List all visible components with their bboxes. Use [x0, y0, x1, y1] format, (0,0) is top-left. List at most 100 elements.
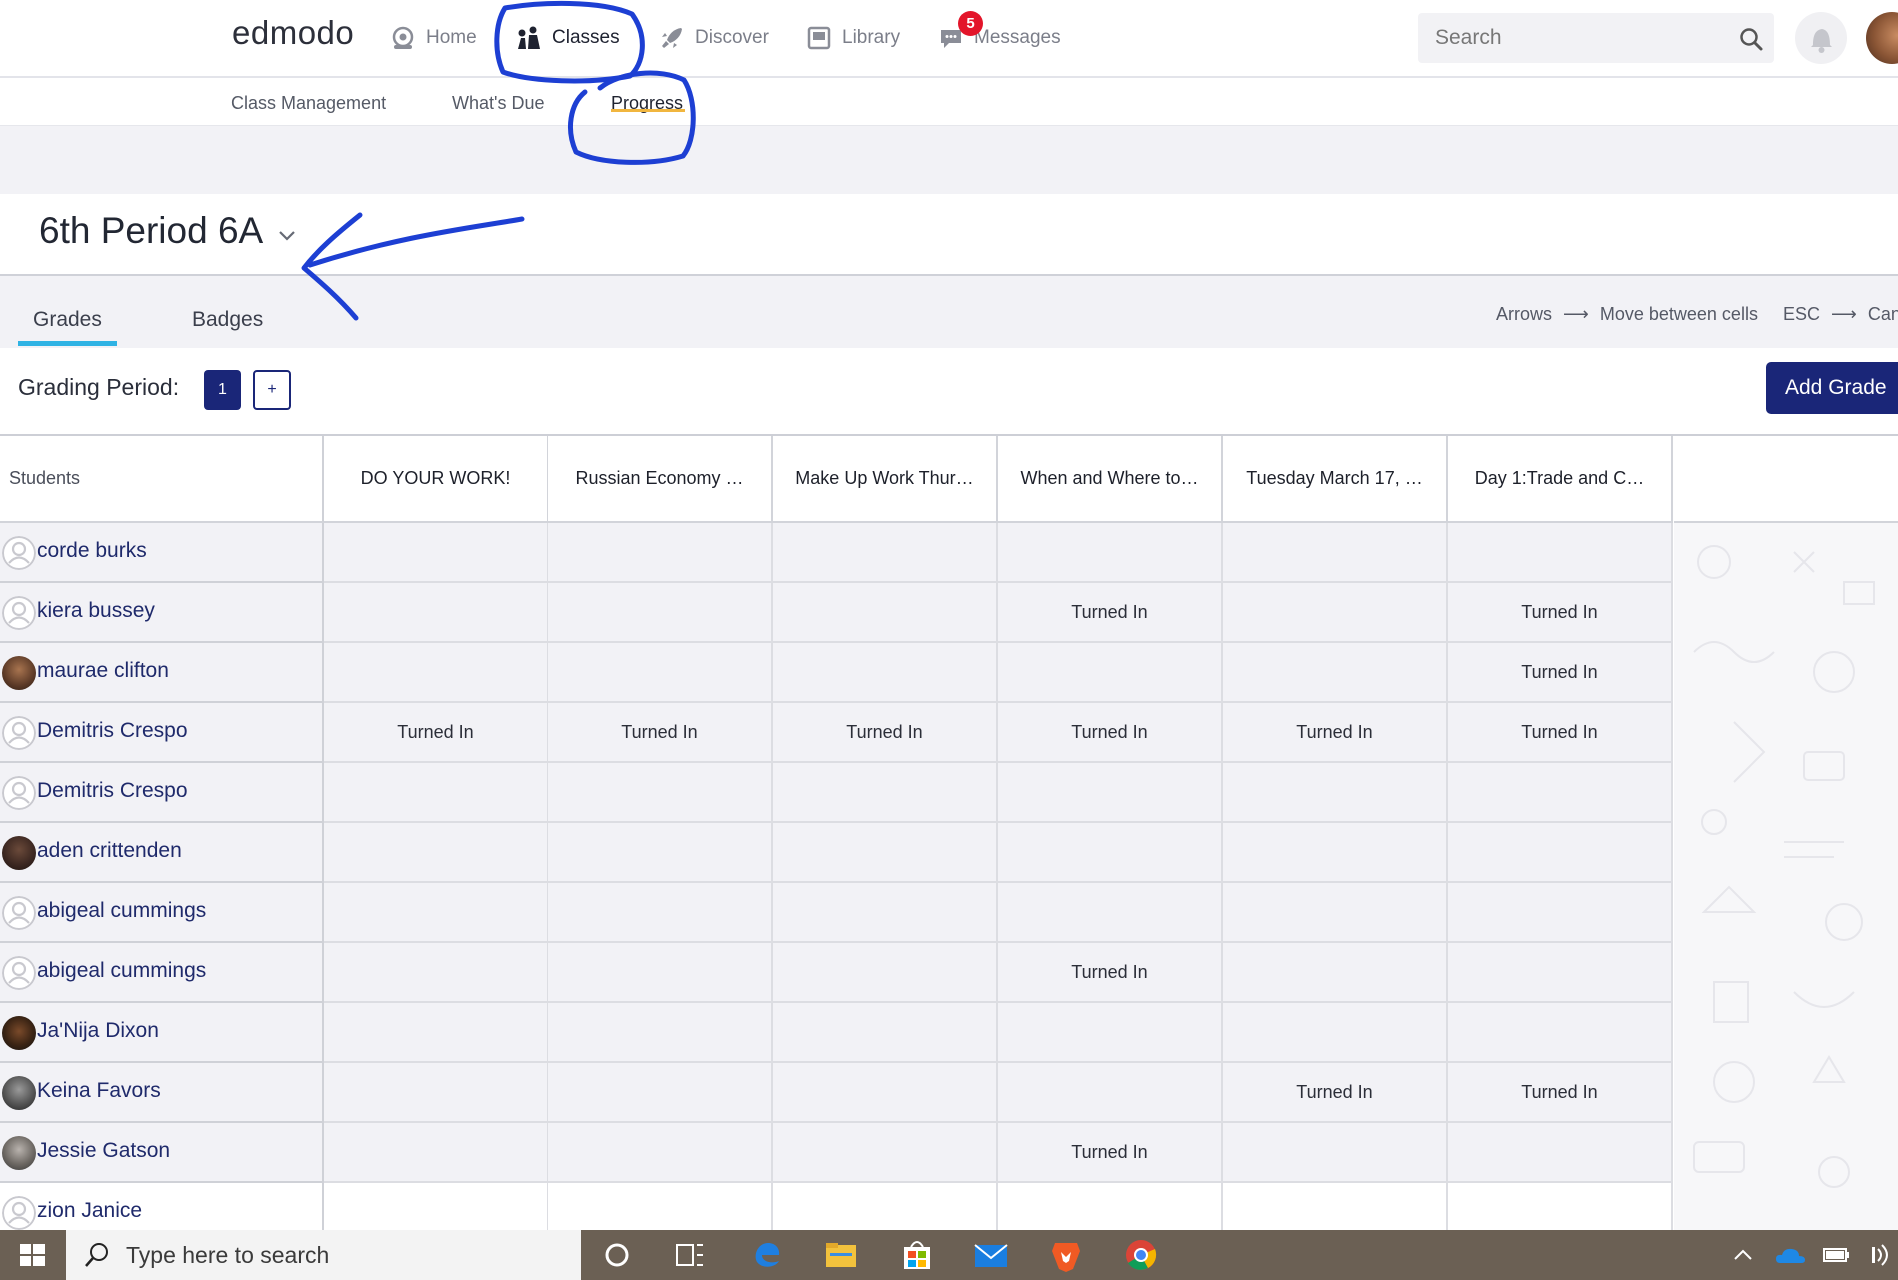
add-grading-period-button[interactable]: + [253, 370, 291, 410]
student-name-link[interactable]: abigeal cummings [37, 899, 206, 923]
grade-cell[interactable] [324, 583, 549, 643]
taskbar-search-box[interactable]: Type here to search [66, 1230, 581, 1280]
grade-cell[interactable] [324, 643, 549, 703]
grade-cell[interactable] [998, 883, 1223, 943]
grade-cell[interactable] [324, 1003, 549, 1063]
grade-cell[interactable] [773, 1183, 998, 1230]
assignment-column-header[interactable]: DO YOUR WORK! [324, 436, 549, 523]
grade-cell[interactable] [1223, 1183, 1448, 1230]
store-icon[interactable] [898, 1237, 936, 1273]
grade-cell[interactable]: Turned In [1448, 703, 1673, 763]
grade-cell[interactable] [1223, 1003, 1448, 1063]
network-icon[interactable] [1862, 1237, 1898, 1273]
grade-cell[interactable] [1223, 763, 1448, 823]
edge-icon[interactable] [748, 1237, 786, 1273]
grade-cell[interactable] [773, 823, 998, 883]
grade-cell[interactable]: Turned In [998, 1123, 1223, 1183]
brave-icon[interactable] [1047, 1237, 1085, 1273]
student-name-link[interactable]: kiera bussey [37, 599, 155, 623]
grade-cell[interactable] [548, 763, 773, 823]
grade-cell[interactable] [548, 583, 773, 643]
file-explorer-icon[interactable] [822, 1237, 860, 1273]
grade-cell[interactable] [548, 1123, 773, 1183]
chrome-icon[interactable] [1122, 1237, 1160, 1273]
search-icon[interactable] [1738, 26, 1764, 52]
grade-cell[interactable] [1448, 1003, 1673, 1063]
grade-cell[interactable] [548, 523, 773, 583]
grade-cell[interactable] [773, 763, 998, 823]
student-name-link[interactable]: aden crittenden [37, 839, 182, 863]
nav-library[interactable]: Library [806, 22, 900, 54]
assignment-column-header[interactable]: Day 1:Trade and C… [1448, 436, 1673, 523]
student-name-link[interactable]: Jessie Gatson [37, 1139, 170, 1163]
windows-start-icon[interactable] [0, 1230, 66, 1280]
student-name-link[interactable]: zion Janice [37, 1199, 142, 1223]
grade-cell[interactable] [1448, 1183, 1673, 1230]
grade-cell[interactable]: Turned In [1448, 1063, 1673, 1123]
grade-cell[interactable] [773, 1003, 998, 1063]
subtab-class-management[interactable]: Class Management [231, 93, 386, 114]
nav-home[interactable]: Home [390, 22, 477, 54]
grade-cell[interactable] [998, 1063, 1223, 1123]
grade-cell[interactable]: Turned In [998, 583, 1223, 643]
grade-cell[interactable] [548, 643, 773, 703]
grade-cell[interactable] [1223, 823, 1448, 883]
grade-cell[interactable] [1448, 763, 1673, 823]
student-name-link[interactable]: Keina Favors [37, 1079, 161, 1103]
grade-cell[interactable]: Turned In [773, 703, 998, 763]
grade-cell[interactable] [1448, 883, 1673, 943]
chevron-down-icon[interactable] [276, 224, 298, 246]
add-grade-button[interactable]: Add Grade [1766, 362, 1898, 414]
grade-cell[interactable] [1448, 943, 1673, 1003]
notifications-button[interactable] [1795, 12, 1847, 64]
grade-cell[interactable] [548, 1003, 773, 1063]
nav-messages[interactable]: Messages [938, 22, 1061, 54]
grade-cell[interactable] [548, 883, 773, 943]
grade-cell[interactable] [773, 1063, 998, 1123]
grade-cell[interactable]: Turned In [1223, 1063, 1448, 1123]
grade-cell[interactable]: Turned In [1448, 583, 1673, 643]
grade-cell[interactable] [1448, 823, 1673, 883]
student-name-link[interactable]: maurae clifton [37, 659, 169, 683]
grade-cell[interactable] [324, 1123, 549, 1183]
nav-classes[interactable]: Classes [516, 22, 620, 54]
grade-cell[interactable]: Turned In [998, 943, 1223, 1003]
grade-cell[interactable] [998, 763, 1223, 823]
assignment-column-header[interactable]: Make Up Work Thur… [773, 436, 998, 523]
assignment-column-header[interactable]: When and Where to… [998, 436, 1223, 523]
grade-cell[interactable] [998, 1183, 1223, 1230]
user-avatar[interactable] [1866, 12, 1898, 64]
assignment-column-header[interactable]: Tuesday March 17, … [1223, 436, 1448, 523]
grade-cell[interactable] [324, 1063, 549, 1123]
student-name-link[interactable]: Demitris Crespo [37, 719, 188, 743]
grade-cell[interactable] [998, 1003, 1223, 1063]
student-name-link[interactable]: Ja'Nija Dixon [37, 1019, 159, 1043]
task-view-icon[interactable] [671, 1237, 709, 1273]
grade-cell[interactable] [773, 583, 998, 643]
grade-cell[interactable] [773, 883, 998, 943]
grade-cell[interactable]: Turned In [548, 703, 773, 763]
grade-cell[interactable]: Turned In [1448, 643, 1673, 703]
grade-cell[interactable] [773, 1123, 998, 1183]
grade-cell[interactable] [548, 1063, 773, 1123]
tab-badges[interactable]: Badges [192, 308, 263, 332]
student-name-link[interactable]: abigeal cummings [37, 959, 206, 983]
grade-cell[interactable]: Turned In [1223, 703, 1448, 763]
grade-cell[interactable] [1223, 943, 1448, 1003]
grade-cell[interactable] [773, 523, 998, 583]
student-name-link[interactable]: Demitris Crespo [37, 779, 188, 803]
chevron-up-icon[interactable] [1728, 1237, 1758, 1273]
grade-cell[interactable] [324, 943, 549, 1003]
assignment-column-header[interactable]: Russian Economy … [548, 436, 773, 523]
student-name-link[interactable]: corde burks [37, 539, 147, 563]
tab-grades[interactable]: Grades [33, 308, 102, 332]
grade-cell[interactable] [1223, 1123, 1448, 1183]
grade-cell[interactable] [1448, 1123, 1673, 1183]
nav-discover[interactable]: Discover [659, 22, 769, 54]
grade-cell[interactable] [998, 523, 1223, 583]
grade-cell[interactable] [324, 823, 549, 883]
grade-cell[interactable] [548, 1183, 773, 1230]
search-input[interactable] [1418, 13, 1774, 63]
grade-cell[interactable] [324, 763, 549, 823]
grade-cell[interactable] [773, 643, 998, 703]
